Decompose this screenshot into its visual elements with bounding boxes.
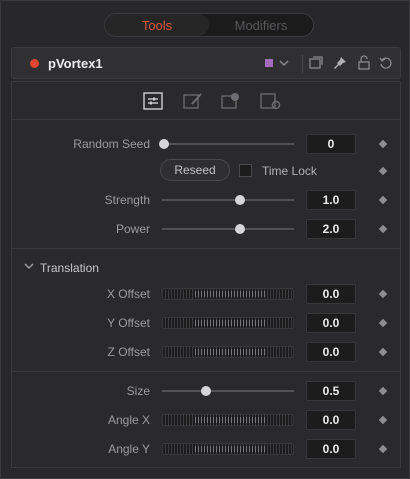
strength-label: Strength: [104, 193, 150, 207]
strength-value[interactable]: 1.0: [306, 190, 356, 210]
size-row: Size 0.5: [12, 380, 400, 402]
x-offset-value[interactable]: 0.0: [306, 284, 356, 304]
tab-switcher: Tools Modifiers: [104, 13, 314, 37]
mask-tab-icon[interactable]: [220, 91, 242, 111]
angle-y-keyframe[interactable]: [378, 444, 388, 454]
random-seed-label: Random Seed: [73, 137, 150, 151]
color-dropdown-chevron-icon[interactable]: [276, 55, 292, 71]
x-offset-label: X Offset: [106, 287, 150, 301]
angle-y-row: Angle Y 0.0: [12, 438, 400, 460]
size-slider[interactable]: [162, 390, 294, 392]
chevron-down-icon: [24, 261, 34, 274]
angle-x-keyframe[interactable]: [378, 415, 388, 425]
time-lock-keyframe[interactable]: [378, 166, 388, 176]
power-keyframe[interactable]: [378, 224, 388, 234]
power-value[interactable]: 2.0: [306, 219, 356, 239]
angle-y-label: Angle Y: [108, 442, 150, 456]
x-offset-row: X Offset 0.0: [12, 283, 400, 305]
time-lock-label: Time Lock: [262, 164, 317, 178]
random-seed-slider[interactable]: [162, 143, 294, 145]
settings-tab-icon[interactable]: [259, 91, 281, 111]
header-divider: [302, 55, 303, 73]
angle-y-thumbwheel[interactable]: [162, 443, 294, 455]
tool-name[interactable]: pVortex1: [48, 56, 103, 71]
strength-keyframe[interactable]: [378, 195, 388, 205]
size-knob[interactable]: [201, 386, 211, 396]
tool-header: pVortex1: [11, 47, 401, 79]
power-row: Power 2.0: [12, 218, 400, 240]
angle-y-value[interactable]: 0.0: [306, 439, 356, 459]
angle-x-label: Angle X: [107, 413, 150, 427]
angle-x-thumbwheel[interactable]: [162, 414, 294, 426]
section-divider: [12, 248, 400, 249]
inspector-panel: Random Seed 0 Reseed Time Lock Strength …: [11, 81, 401, 468]
reseed-row: Reseed Time Lock: [12, 159, 400, 182]
section-divider: [12, 371, 400, 372]
y-offset-row: Y Offset 0.0: [12, 312, 400, 334]
x-offset-keyframe[interactable]: [378, 289, 388, 299]
tab-modifiers[interactable]: Modifiers: [209, 14, 313, 36]
strength-row: Strength 1.0: [12, 189, 400, 211]
z-offset-value[interactable]: 0.0: [306, 342, 356, 362]
x-offset-thumbwheel[interactable]: [162, 288, 294, 300]
view-window-icon[interactable]: [308, 55, 324, 71]
translation-section-label: Translation: [40, 261, 99, 275]
power-label: Power: [115, 222, 150, 236]
inspector-window: Tools Modifiers pVortex1 Random Seed 0 R…: [0, 0, 410, 479]
random-seed-knob[interactable]: [159, 139, 169, 149]
brush-tab-icon[interactable]: [182, 91, 204, 111]
random-seed-row: Random Seed 0: [12, 133, 400, 155]
strength-slider[interactable]: [162, 199, 294, 201]
size-value[interactable]: 0.5: [306, 381, 356, 401]
z-offset-row: Z Offset 0.0: [12, 341, 400, 363]
y-offset-label: Y Offset: [107, 316, 150, 330]
translation-section-header[interactable]: Translation: [12, 257, 400, 279]
z-offset-thumbwheel[interactable]: [162, 346, 294, 358]
angle-x-value[interactable]: 0.0: [306, 410, 356, 430]
lock-icon[interactable]: [356, 55, 372, 71]
z-offset-keyframe[interactable]: [378, 347, 388, 357]
controls-tab-icon[interactable]: [142, 91, 164, 111]
time-lock-checkbox[interactable]: [239, 164, 252, 177]
tool-enable-dot[interactable]: [30, 59, 39, 68]
y-offset-keyframe[interactable]: [378, 318, 388, 328]
pin-icon[interactable]: [332, 55, 348, 71]
y-offset-value[interactable]: 0.0: [306, 313, 356, 333]
tab-tools[interactable]: Tools: [105, 14, 209, 36]
strength-knob[interactable]: [235, 195, 245, 205]
reseed-button[interactable]: Reseed: [160, 159, 230, 181]
y-offset-thumbwheel[interactable]: [162, 317, 294, 329]
angle-x-row: Angle X 0.0: [12, 409, 400, 431]
reset-icon[interactable]: [378, 55, 394, 71]
size-keyframe[interactable]: [378, 386, 388, 396]
power-slider[interactable]: [162, 228, 294, 230]
random-seed-value[interactable]: 0: [306, 134, 356, 154]
size-label: Size: [126, 384, 150, 398]
color-swatch[interactable]: [265, 59, 273, 67]
panel-tab-strip: [12, 82, 400, 120]
z-offset-label: Z Offset: [107, 345, 150, 359]
power-knob[interactable]: [235, 224, 245, 234]
random-seed-keyframe[interactable]: [378, 139, 388, 149]
